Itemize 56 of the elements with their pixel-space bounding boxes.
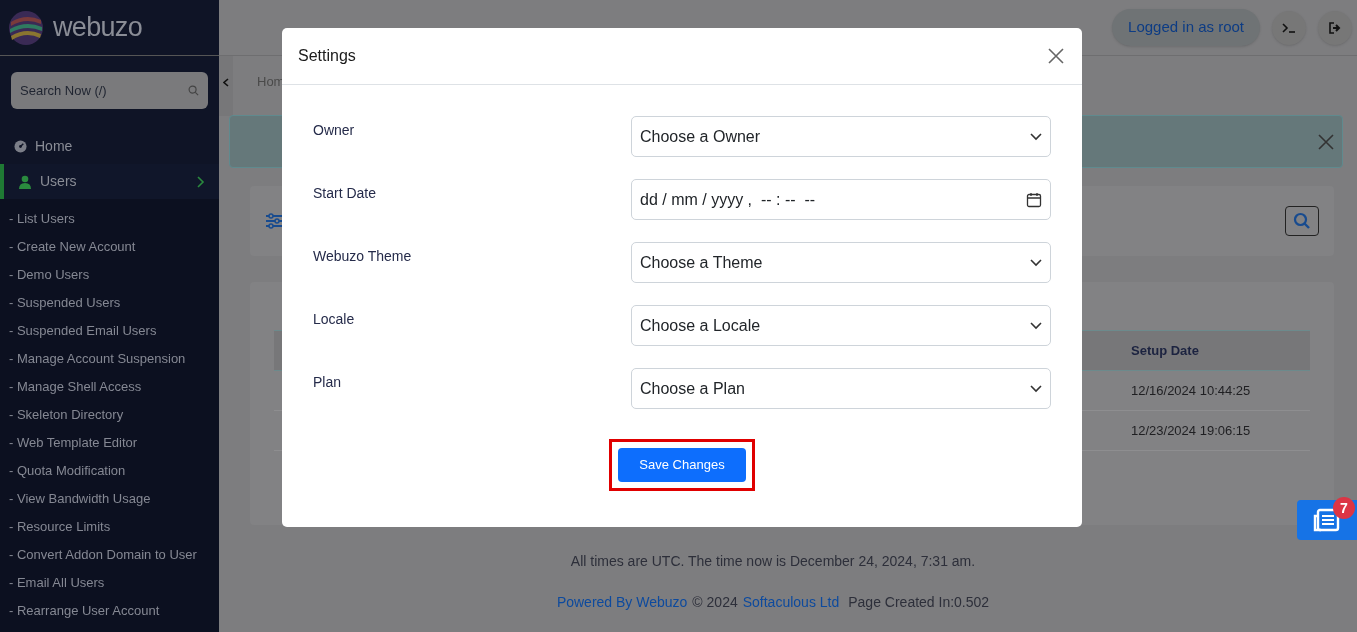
count-badge: 7 <box>1333 497 1355 519</box>
select-field[interactable]: Choose a Owner <box>631 116 1051 157</box>
search-button[interactable] <box>1285 206 1319 236</box>
sidebar-link[interactable]: - Manage Account Suspension <box>9 345 213 373</box>
save-button[interactable]: Save Changes <box>618 448 746 482</box>
close-icon[interactable] <box>1318 133 1334 150</box>
footer-text: All times are UTC. The time now is December 24, 2024, 7:31 am. <box>570 552 976 571</box>
newspaper-icon <box>1313 508 1341 532</box>
date-field[interactable]: dd / mm / yyyy , -- : -- -- <box>631 179 1051 220</box>
close-icon[interactable] <box>1046 46 1066 66</box>
logo-icon <box>7 8 45 47</box>
table-cell-text: 12/23/2024 19:06:15 <box>1131 421 1251 440</box>
caret-icon <box>1030 321 1042 330</box>
search-icon <box>1293 212 1311 230</box>
select-field[interactable]: Choose a Theme <box>631 242 1051 283</box>
user-icon <box>18 174 32 189</box>
field-label: Locale <box>313 310 356 329</box>
sidebar-link[interactable]: - Web Template Editor <box>9 429 213 457</box>
field-label: Owner <box>313 121 356 140</box>
logout-icon[interactable] <box>1318 10 1352 45</box>
gauge-icon <box>14 140 27 153</box>
column-header: Setup Date <box>1131 341 1199 360</box>
sidebar-link[interactable]: - Create New Account <box>9 233 213 261</box>
sidebar-link[interactable]: - Quota Modification <box>9 457 213 485</box>
select-field[interactable]: Choose a Locale <box>631 305 1051 346</box>
sidebar-link[interactable]: - Suspended Email Users <box>9 317 213 345</box>
page-created-text: Page Created In:0.502 <box>848 593 990 612</box>
caret-icon <box>1030 258 1042 267</box>
sidebar-link[interactable]: - Manage Shell Access <box>9 373 213 401</box>
sidebar-link[interactable]: - Skeleton Directory <box>9 401 213 429</box>
search-field[interactable]: Search Now (/) <box>11 72 208 109</box>
sidebar-item[interactable]: Users <box>0 164 219 199</box>
table-cell-text: 12/16/2024 10:44:25 <box>1131 381 1251 400</box>
sliders-icon[interactable] <box>265 212 283 230</box>
calendar-icon <box>1026 191 1042 208</box>
logo-text: webuzo <box>53 11 142 45</box>
sidebar-link[interactable]: - Resource Limits <box>9 513 213 541</box>
caret-icon <box>1030 384 1042 393</box>
field-label: Start Date <box>313 184 378 203</box>
dialog-title: Settings <box>298 46 356 66</box>
sidebar-item[interactable]: Home <box>0 129 219 164</box>
field-label: Webuzo Theme <box>313 247 413 266</box>
chevron-icon <box>197 175 205 188</box>
sidebar-link[interactable]: - Email All Users <box>9 569 213 597</box>
sidebar-link[interactable]: - View Bandwidth Usage <box>9 485 213 513</box>
select-field[interactable]: Choose a Plan <box>631 368 1051 409</box>
sidebar-link[interactable]: - Suspended Users <box>9 289 213 317</box>
caret-icon <box>1030 132 1042 141</box>
copyright-text: © 2024 <box>692 593 738 612</box>
search-icon <box>188 85 199 96</box>
sidebar-link[interactable]: - Convert Addon Domain to User <box>9 541 213 569</box>
sidebar-link[interactable]: - Rearrange User Account <box>9 597 213 625</box>
sidebar-link[interactable]: - List Users <box>9 205 213 233</box>
terminal-icon[interactable] <box>1272 10 1306 45</box>
field-label: Plan <box>313 373 343 392</box>
sidebar-link[interactable]: - Demo Users <box>9 261 213 289</box>
